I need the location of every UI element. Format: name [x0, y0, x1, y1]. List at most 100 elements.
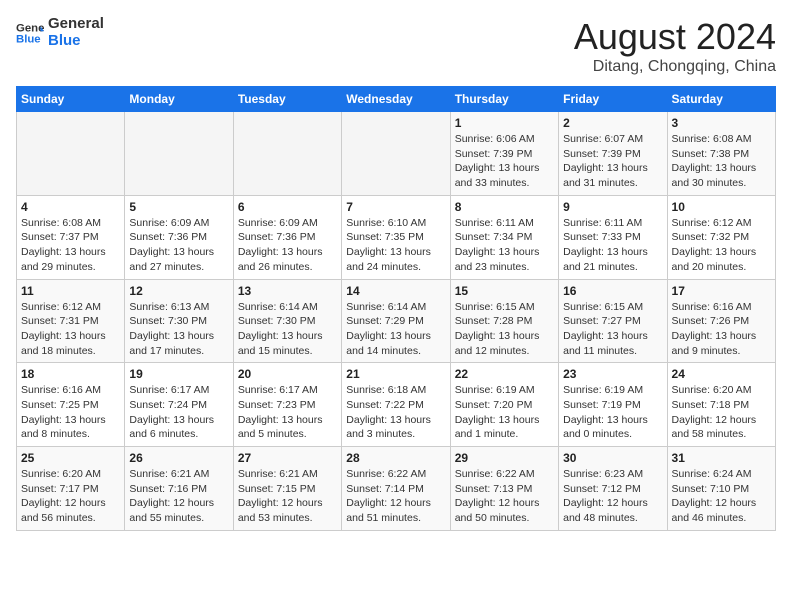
day-number: 28 — [346, 451, 445, 465]
day-info: Sunrise: 6:11 AM Sunset: 7:34 PM Dayligh… — [455, 216, 554, 275]
day-number: 1 — [455, 116, 554, 130]
day-info: Sunrise: 6:16 AM Sunset: 7:26 PM Dayligh… — [672, 300, 771, 359]
day-info: Sunrise: 6:21 AM Sunset: 7:15 PM Dayligh… — [238, 467, 337, 526]
calendar-cell — [342, 112, 450, 196]
day-number: 9 — [563, 200, 662, 214]
title-block: August 2024 Ditang, Chongqing, China — [574, 16, 776, 76]
calendar-cell: 14Sunrise: 6:14 AM Sunset: 7:29 PM Dayli… — [342, 279, 450, 363]
logo-blue: Blue — [48, 33, 104, 50]
day-info: Sunrise: 6:21 AM Sunset: 7:16 PM Dayligh… — [129, 467, 228, 526]
day-info: Sunrise: 6:19 AM Sunset: 7:19 PM Dayligh… — [563, 383, 662, 442]
weekday-header-sunday: Sunday — [17, 87, 125, 112]
day-number: 22 — [455, 367, 554, 381]
week-row-1: 1 Sunrise: 6:06 AM Sunset: 7:39 PM Daylig… — [17, 112, 776, 196]
calendar-cell: 31 Sunrise: 6:24 AM Sunset: 7:10 PM Dayli… — [667, 447, 775, 531]
calendar-cell — [233, 112, 341, 196]
day-info: Sunrise: 6:06 AM Sunset: 7:39 PM Dayligh… — [455, 132, 554, 191]
day-number: 8 — [455, 200, 554, 214]
day-info: Sunrise: 6:20 AM Sunset: 7:17 PM Dayligh… — [21, 467, 120, 526]
logo-icon: General Blue — [16, 19, 44, 47]
day-info: Sunrise: 6:18 AM Sunset: 7:22 PM Dayligh… — [346, 383, 445, 442]
day-info: Sunrise: 6:12 AM Sunset: 7:31 PM Dayligh… — [21, 300, 120, 359]
day-number: 26 — [129, 451, 228, 465]
page-header: General Blue General Blue August 2024 Di… — [16, 16, 776, 76]
weekday-header-monday: Monday — [125, 87, 233, 112]
day-number: 29 — [455, 451, 554, 465]
day-number: 13 — [238, 284, 337, 298]
week-row-4: 18 Sunrise: 6:16 AM Sunset: 7:25 PM Dayli… — [17, 363, 776, 447]
day-info: Sunrise: 6:23 AM Sunset: 7:12 PM Dayligh… — [563, 467, 662, 526]
calendar-cell: 21 Sunrise: 6:18 AM Sunset: 7:22 PM Dayli… — [342, 363, 450, 447]
calendar-cell: 2 Sunrise: 6:07 AM Sunset: 7:39 PM Daylig… — [559, 112, 667, 196]
calendar-cell: 1 Sunrise: 6:06 AM Sunset: 7:39 PM Daylig… — [450, 112, 558, 196]
day-info: Sunrise: 6:08 AM Sunset: 7:38 PM Dayligh… — [672, 132, 771, 191]
calendar-cell: 12 Sunrise: 6:13 AM Sunset: 7:30 PM Dayli… — [125, 279, 233, 363]
day-info: Sunrise: 6:22 AM Sunset: 7:14 PM Dayligh… — [346, 467, 445, 526]
day-number: 4 — [21, 200, 120, 214]
calendar-cell: 19 Sunrise: 6:17 AM Sunset: 7:24 PM Dayli… — [125, 363, 233, 447]
calendar-cell: 16 Sunrise: 6:15 AM Sunset: 7:27 PM Dayli… — [559, 279, 667, 363]
day-info: Sunrise: 6:16 AM Sunset: 7:25 PM Dayligh… — [21, 383, 120, 442]
calendar-cell: 4 Sunrise: 6:08 AM Sunset: 7:37 PM Daylig… — [17, 195, 125, 279]
day-info: Sunrise: 6:11 AM Sunset: 7:33 PM Dayligh… — [563, 216, 662, 275]
day-number: 17 — [672, 284, 771, 298]
day-info: Sunrise: 6:09 AM Sunset: 7:36 PM Dayligh… — [238, 216, 337, 275]
day-number: 5 — [129, 200, 228, 214]
calendar-cell: 7Sunrise: 6:10 AM Sunset: 7:35 PM Daylig… — [342, 195, 450, 279]
calendar-cell: 29 Sunrise: 6:22 AM Sunset: 7:13 PM Dayli… — [450, 447, 558, 531]
day-info: Sunrise: 6:24 AM Sunset: 7:10 PM Dayligh… — [672, 467, 771, 526]
day-number: 30 — [563, 451, 662, 465]
calendar-cell: 9 Sunrise: 6:11 AM Sunset: 7:33 PM Daylig… — [559, 195, 667, 279]
day-info: Sunrise: 6:14 AM Sunset: 7:29 PM Dayligh… — [346, 300, 445, 359]
day-number: 18 — [21, 367, 120, 381]
day-info: Sunrise: 6:12 AM Sunset: 7:32 PM Dayligh… — [672, 216, 771, 275]
day-number: 15 — [455, 284, 554, 298]
day-number: 21 — [346, 367, 445, 381]
calendar-cell — [17, 112, 125, 196]
day-number: 11 — [21, 284, 120, 298]
calendar-cell: 6Sunrise: 6:09 AM Sunset: 7:36 PM Daylig… — [233, 195, 341, 279]
day-number: 3 — [672, 116, 771, 130]
day-number: 16 — [563, 284, 662, 298]
calendar-table: SundayMondayTuesdayWednesdayThursdayFrid… — [16, 86, 776, 531]
week-row-5: 25 Sunrise: 6:20 AM Sunset: 7:17 PM Dayli… — [17, 447, 776, 531]
calendar-cell — [125, 112, 233, 196]
day-info: Sunrise: 6:22 AM Sunset: 7:13 PM Dayligh… — [455, 467, 554, 526]
week-row-3: 11 Sunrise: 6:12 AM Sunset: 7:31 PM Dayli… — [17, 279, 776, 363]
weekday-header-friday: Friday — [559, 87, 667, 112]
day-number: 19 — [129, 367, 228, 381]
calendar-cell: 11 Sunrise: 6:12 AM Sunset: 7:31 PM Dayli… — [17, 279, 125, 363]
day-info: Sunrise: 6:15 AM Sunset: 7:28 PM Dayligh… — [455, 300, 554, 359]
day-info: Sunrise: 6:15 AM Sunset: 7:27 PM Dayligh… — [563, 300, 662, 359]
calendar-header: SundayMondayTuesdayWednesdayThursdayFrid… — [17, 87, 776, 112]
day-info: Sunrise: 6:07 AM Sunset: 7:39 PM Dayligh… — [563, 132, 662, 191]
svg-text:Blue: Blue — [16, 33, 41, 45]
calendar-cell: 22 Sunrise: 6:19 AM Sunset: 7:20 PM Dayli… — [450, 363, 558, 447]
calendar-cell: 25 Sunrise: 6:20 AM Sunset: 7:17 PM Dayli… — [17, 447, 125, 531]
day-number: 24 — [672, 367, 771, 381]
calendar-cell: 28 Sunrise: 6:22 AM Sunset: 7:14 PM Dayli… — [342, 447, 450, 531]
weekday-header-wednesday: Wednesday — [342, 87, 450, 112]
day-number: 25 — [21, 451, 120, 465]
calendar-cell: 18 Sunrise: 6:16 AM Sunset: 7:25 PM Dayli… — [17, 363, 125, 447]
day-info: Sunrise: 6:17 AM Sunset: 7:24 PM Dayligh… — [129, 383, 228, 442]
svg-text:General: General — [16, 22, 44, 34]
calendar-cell: 15 Sunrise: 6:15 AM Sunset: 7:28 PM Dayli… — [450, 279, 558, 363]
day-info: Sunrise: 6:14 AM Sunset: 7:30 PM Dayligh… — [238, 300, 337, 359]
day-info: Sunrise: 6:19 AM Sunset: 7:20 PM Dayligh… — [455, 383, 554, 442]
calendar-cell: 5Sunrise: 6:09 AM Sunset: 7:36 PM Daylig… — [125, 195, 233, 279]
day-number: 10 — [672, 200, 771, 214]
weekday-header-saturday: Saturday — [667, 87, 775, 112]
day-number: 12 — [129, 284, 228, 298]
calendar-cell: 20Sunrise: 6:17 AM Sunset: 7:23 PM Dayli… — [233, 363, 341, 447]
calendar-cell: 27 Sunrise: 6:21 AM Sunset: 7:15 PM Dayli… — [233, 447, 341, 531]
day-info: Sunrise: 6:13 AM Sunset: 7:30 PM Dayligh… — [129, 300, 228, 359]
logo-general: General — [48, 16, 104, 33]
calendar-cell: 3 Sunrise: 6:08 AM Sunset: 7:38 PM Daylig… — [667, 112, 775, 196]
day-number: 2 — [563, 116, 662, 130]
month-year-title: August 2024 — [574, 16, 776, 58]
day-number: 31 — [672, 451, 771, 465]
day-number: 27 — [238, 451, 337, 465]
calendar-cell: 13 Sunrise: 6:14 AM Sunset: 7:30 PM Dayli… — [233, 279, 341, 363]
day-info: Sunrise: 6:08 AM Sunset: 7:37 PM Dayligh… — [21, 216, 120, 275]
